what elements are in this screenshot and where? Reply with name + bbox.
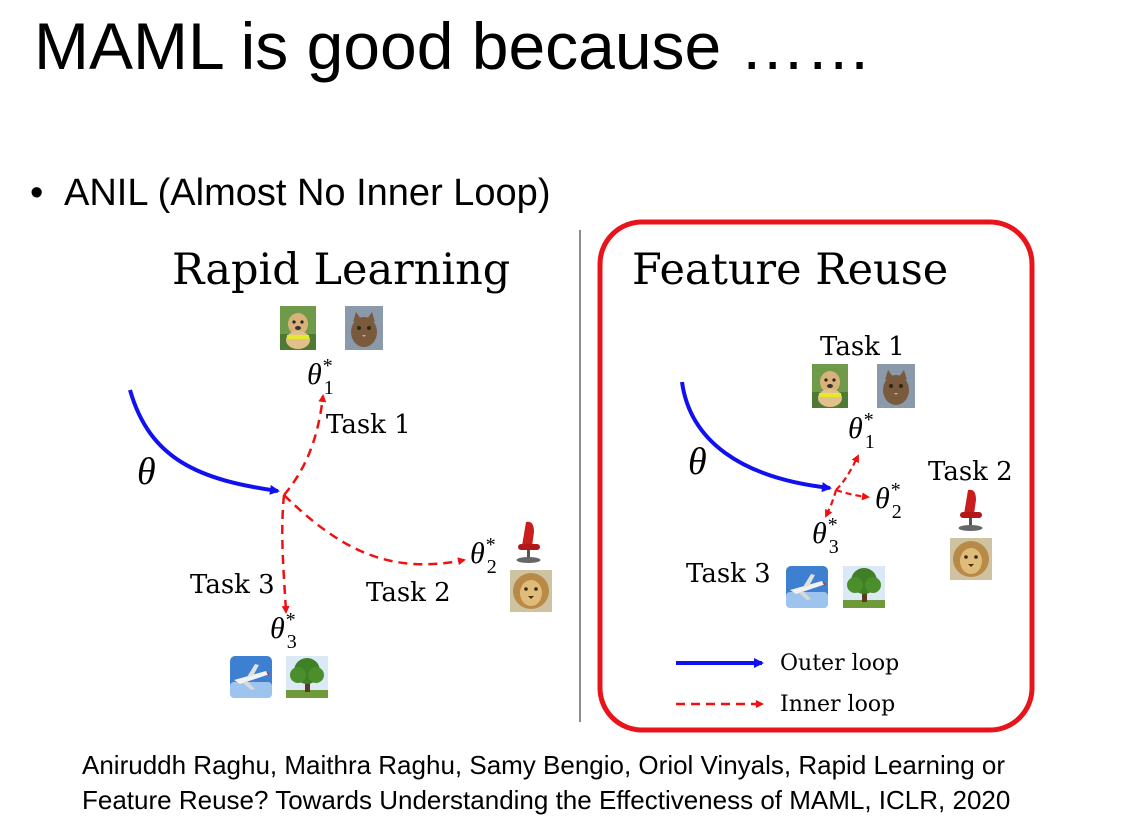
right-panel-title: Feature Reuse — [632, 245, 948, 295]
theta2-sub: 2 — [487, 556, 497, 578]
theta2-base: θ — [875, 482, 890, 515]
theta2-sub: 2 — [892, 501, 902, 523]
theta3-sub: 3 — [829, 536, 839, 558]
legend: Outer loop Inner loop — [676, 651, 899, 717]
inner-loop-arrow-task2 — [283, 494, 466, 566]
theta1-sup: * — [863, 409, 873, 431]
task1-label: Task 1 — [326, 410, 411, 440]
cat-image-icon — [345, 306, 383, 350]
left-panel-rapid-learning: Rapid Learning θ Task 1 Task 2 Task 3 θ*… — [128, 245, 552, 698]
theta3-base: θ — [270, 612, 285, 645]
inner-loop-arrow-task3 — [825, 489, 838, 518]
dog-image-icon — [280, 306, 316, 350]
task1-label: Task 1 — [820, 332, 905, 362]
task2-label: Task 2 — [928, 457, 1013, 487]
theta3-star: θ* 3 — [270, 609, 297, 653]
tree-image-icon — [286, 656, 328, 698]
theta3-star: θ* 3 — [812, 514, 839, 558]
inner-loop-arrow-task1 — [283, 394, 327, 496]
theta1-sub: 1 — [865, 431, 875, 453]
outer-loop-legend-label: Outer loop — [780, 651, 899, 676]
inner-loop-arrow-task3 — [281, 494, 290, 614]
lion-image-icon — [950, 538, 992, 580]
theta1-star: θ* 1 — [307, 355, 334, 399]
lion-image-icon — [510, 570, 552, 612]
theta2-base: θ — [470, 537, 485, 570]
theta3-sup: * — [285, 609, 295, 631]
theta3-base: θ — [812, 517, 827, 550]
right-panel-feature-reuse: Feature Reuse Task 1 θ θ* 1 θ* 2 θ* 3 Task … — [632, 245, 1013, 717]
task2-label: Task 2 — [366, 578, 451, 608]
anil-diagram: Rapid Learning θ Task 1 Task 2 Task 3 θ*… — [128, 219, 1035, 733]
theta1-sup: * — [322, 355, 332, 377]
inner-loop-arrow-task1 — [835, 454, 859, 491]
theta2-sup: * — [485, 534, 495, 556]
chair-icon — [958, 489, 983, 531]
airplane-image-icon — [786, 566, 828, 608]
citation-line-1: Aniruddh Raghu, Maithra Raghu, Samy Beng… — [82, 750, 1006, 780]
theta1-sub: 1 — [324, 377, 334, 399]
theta2-star: θ* 2 — [875, 479, 902, 523]
theta2-sup: * — [890, 479, 900, 501]
cat-image-icon — [877, 364, 915, 408]
theta2-star: θ* 2 — [470, 534, 497, 578]
citation-line-2: Feature Reuse? Towards Understanding the… — [82, 785, 1011, 815]
citation: Aniruddh Raghu, Maithra Raghu, Samy Beng… — [82, 748, 1010, 818]
task3-label: Task 3 — [686, 559, 771, 589]
task3-label: Task 3 — [190, 570, 275, 600]
theta1-base: θ — [848, 412, 863, 445]
theta1-base: θ — [307, 358, 322, 391]
dog-image-icon — [812, 364, 848, 408]
chair-icon — [516, 521, 541, 563]
theta1-star: θ* 1 — [848, 409, 875, 453]
inner-loop-legend-label: Inner loop — [780, 692, 895, 717]
tree-image-icon — [843, 566, 885, 608]
theta-label: θ — [688, 441, 707, 483]
theta-label: θ — [137, 451, 156, 493]
airplane-image-icon — [230, 656, 272, 698]
left-panel-title: Rapid Learning — [172, 245, 510, 295]
theta3-sup: * — [827, 514, 837, 536]
inner-loop-arrow-task2 — [835, 488, 870, 501]
theta3-sub: 3 — [287, 631, 297, 653]
